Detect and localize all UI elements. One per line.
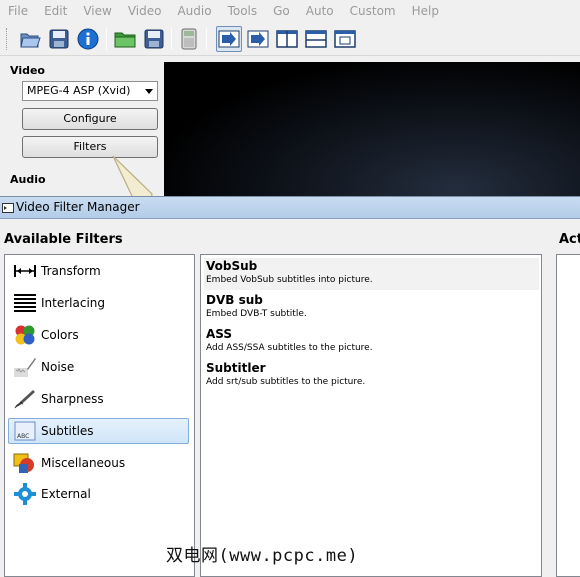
filter-name: VobSub <box>206 259 258 273</box>
filter-description: Embed DVB-T subtitle. <box>206 309 307 319</box>
external-icon <box>12 483 38 505</box>
next-frame-icon[interactable] <box>245 26 271 52</box>
app-icon <box>2 203 14 213</box>
category-label: Miscellaneous <box>41 456 126 470</box>
video-section-label: Video <box>10 64 45 77</box>
open-folder-icon[interactable] <box>112 26 138 52</box>
toolbar <box>0 22 580 56</box>
transform-icon <box>12 260 38 282</box>
svg-text:ABC: ABC <box>17 433 29 440</box>
info-icon[interactable] <box>75 26 101 52</box>
video-filter-manager-dialog: Video Filter Manager Available Filters A… <box>0 196 580 577</box>
filter-item-vobsub[interactable]: VobSub Embed VobSub subtitles into pictu… <box>204 258 539 290</box>
category-miscellaneous[interactable]: Miscellaneous <box>8 450 189 476</box>
active-filters-label: Acti <box>559 232 580 247</box>
category-label: Noise <box>41 360 75 374</box>
category-external[interactable]: External <box>8 481 189 507</box>
category-colors[interactable]: Colors <box>8 322 189 348</box>
category-transform[interactable]: Transform <box>8 258 189 284</box>
category-label: External <box>41 487 91 501</box>
menu-video[interactable]: Video <box>120 0 170 22</box>
filter-description: Add srt/sub subtitles to the picture. <box>206 377 366 387</box>
filters-button[interactable]: Filters <box>22 136 158 158</box>
interlacing-icon <box>12 292 38 314</box>
category-subtitles[interactable]: ABC Subtitles <box>8 418 189 444</box>
save-icon[interactable] <box>46 26 72 52</box>
play-filtered-icon[interactable] <box>216 26 242 52</box>
category-interlacing[interactable]: Interlacing <box>8 290 189 316</box>
dialog-title: Video Filter Manager <box>16 200 140 214</box>
available-filters-list[interactable]: VobSub Embed VobSub subtitles into pictu… <box>200 254 542 577</box>
chevron-down-icon <box>145 89 153 94</box>
category-sharpness[interactable]: Sharpness <box>8 386 189 412</box>
toolbar-separator <box>206 28 207 50</box>
open-file-icon[interactable] <box>17 26 43 52</box>
category-label: Colors <box>41 328 79 342</box>
miscellaneous-icon <box>12 452 38 474</box>
category-label: Subtitles <box>41 424 94 438</box>
watermark-text: 双电网(www.pcpc.me) <box>166 546 359 566</box>
available-filters-label: Available Filters <box>4 232 123 247</box>
menu-file[interactable]: File <box>0 0 36 22</box>
noise-icon <box>12 356 38 378</box>
filter-name: ASS <box>206 327 233 341</box>
menu-audio[interactable]: Audio <box>169 0 219 22</box>
filter-item-ass[interactable]: ASS Add ASS/SSA subtitles to the picture… <box>204 326 539 358</box>
video-codec-select[interactable]: MPEG-4 ASP (Xvid) <box>22 81 158 101</box>
codec-panel: Video MPEG-4 ASP (Xvid) Configure Filter… <box>0 56 163 196</box>
filter-category-list[interactable]: Transform Interlacing Colors Noise Sharp… <box>4 254 195 577</box>
category-noise[interactable]: Noise <box>8 354 189 380</box>
subtitles-icon: ABC <box>12 420 38 442</box>
menu-go[interactable]: Go <box>265 0 298 22</box>
single-view-icon[interactable] <box>332 26 358 52</box>
toolbar-grip[interactable] <box>6 28 9 50</box>
sharpness-icon <box>12 388 38 410</box>
colors-icon <box>12 324 38 346</box>
menu-custom[interactable]: Custom <box>342 0 404 22</box>
video-codec-value: MPEG-4 ASP (Xvid) <box>27 84 131 97</box>
menu-edit[interactable]: Edit <box>36 0 75 22</box>
active-filters-list[interactable] <box>556 254 580 577</box>
menu-bar: File Edit View Video Audio Tools Go Auto… <box>0 0 580 22</box>
audio-section-label: Audio <box>10 173 46 186</box>
menu-view[interactable]: View <box>75 0 119 22</box>
dialog-title-bar[interactable]: Video Filter Manager <box>0 197 580 219</box>
filter-name: DVB sub <box>206 293 263 307</box>
filter-description: Add ASS/SSA subtitles to the picture. <box>206 343 373 353</box>
calculator-icon[interactable] <box>176 26 202 52</box>
category-label: Transform <box>41 264 101 278</box>
save-as-icon[interactable] <box>141 26 167 52</box>
toolbar-separator <box>106 28 107 50</box>
toolbar-separator <box>171 28 172 50</box>
menu-help[interactable]: Help <box>404 0 447 22</box>
video-preview <box>164 62 580 196</box>
split-vertical-icon[interactable] <box>274 26 300 52</box>
filter-description: Embed VobSub subtitles into picture. <box>206 275 373 285</box>
configure-button[interactable]: Configure <box>22 108 158 130</box>
category-label: Sharpness <box>41 392 104 406</box>
menu-auto[interactable]: Auto <box>298 0 342 22</box>
split-horizontal-icon[interactable] <box>303 26 329 52</box>
menu-tools[interactable]: Tools <box>220 0 266 22</box>
filter-item-dvb-sub[interactable]: DVB sub Embed DVB-T subtitle. <box>204 292 539 324</box>
filter-item-subtitler[interactable]: Subtitler Add srt/sub subtitles to the p… <box>204 360 539 392</box>
category-label: Interlacing <box>41 296 106 310</box>
filter-name: Subtitler <box>206 361 266 375</box>
